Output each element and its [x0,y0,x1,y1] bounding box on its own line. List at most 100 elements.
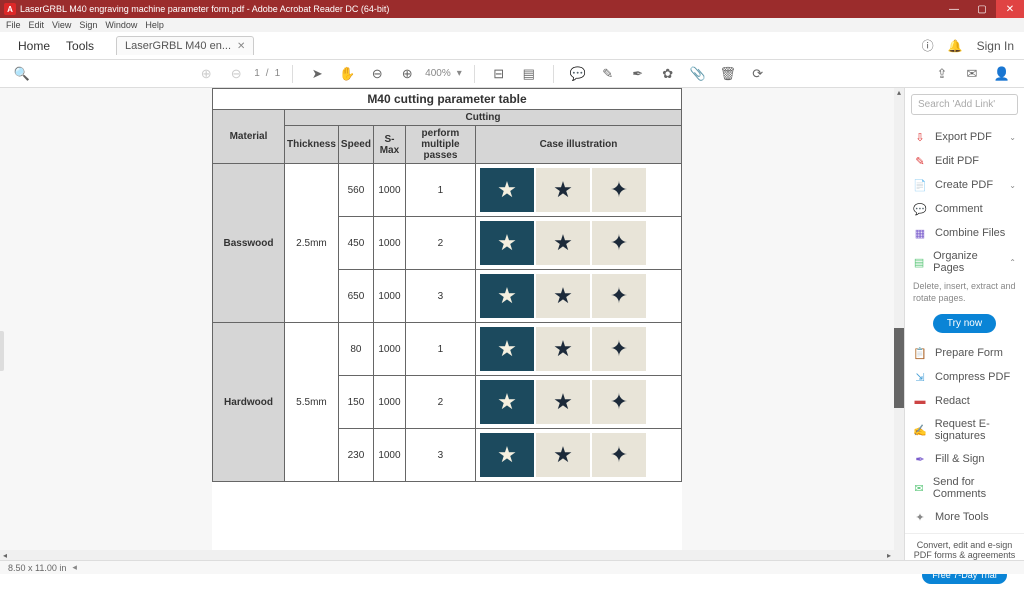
tab-close-icon[interactable]: ✕ [237,41,245,52]
thickness-hardwood: 5.5mm [285,323,339,482]
tool-compress-pdf[interactable]: ⇲Compress PDF [905,365,1024,389]
zoom-in-icon[interactable]: ⊕ [398,65,416,83]
tool-comment[interactable]: 💬Comment [905,197,1024,221]
page-sep: / [266,68,269,79]
zoom-dropdown-icon[interactable]: ▾ [457,68,462,79]
share-icon[interactable]: ⇪ [933,65,951,83]
menu-window[interactable]: Window [105,20,137,30]
table-title: M40 cutting parameter table [213,89,682,110]
fill-sign-icon: ✒ [913,452,927,466]
window-title-bar: A LaserGRBL M40 engraving machine parame… [0,0,1024,18]
chevron-down-icon: ⌄ [1009,181,1016,190]
chevron-down-icon: ⌄ [1009,133,1016,142]
maximize-button[interactable]: ▢ [968,0,996,18]
document-viewport[interactable]: M40 cutting parameter table Material Cut… [0,88,894,574]
help-icon[interactable]: ⓘ [922,37,934,54]
tool-send-comments[interactable]: ✉Send for Comments [905,471,1024,505]
notification-icon[interactable]: 🔔 [948,39,963,53]
highlight-icon[interactable]: ✎ [599,65,617,83]
page-number[interactable]: 1 [254,68,260,79]
tool-organize-pages[interactable]: ▤Organize Pages⌃ [905,245,1024,279]
material-basswood: Basswood [213,164,285,323]
search-tools-input[interactable]: Search 'Add Link' [911,94,1018,115]
thickness-basswood: 2.5mm [285,164,339,323]
case-illustration: ★★✦ [478,378,648,426]
scrollbar-thumb[interactable] [894,328,904,408]
edit-pdf-icon: ✎ [913,154,927,168]
scroll-up-icon[interactable]: ▴ [894,88,904,98]
page-up-icon[interactable]: ⊕ [197,65,215,83]
page-view-icon[interactable]: ▤ [520,65,538,83]
menu-help[interactable]: Help [145,20,164,30]
sign-icon[interactable]: ✒ [629,65,647,83]
sign-in-button[interactable]: Sign In [977,39,1014,53]
menu-file[interactable]: File [6,20,21,30]
comment-icon[interactable]: 💬 [569,65,587,83]
try-now-button[interactable]: Try now [933,314,996,333]
tool-more-tools[interactable]: ✦More Tools [905,505,1024,529]
horizontal-scrollbar[interactable]: ◂ ▸ [0,550,894,560]
toolbar: 🔍 ⊕ ⊖ 1 / 1 ➤ ✋ ⊖ ⊕ 400% ▾ ⊟ ▤ 💬 ✎ ✒ ✿ 📎… [0,60,1024,88]
create-pdf-icon: 📄 [913,178,927,192]
zoom-level[interactable]: 400% [425,68,451,79]
page-down-icon[interactable]: ⊖ [227,65,245,83]
menu-edit[interactable]: Edit [29,20,45,30]
minimize-button[interactable]: — [940,0,968,18]
col-speed: Speed [338,126,373,164]
menu-view[interactable]: View [52,20,71,30]
vertical-scrollbar[interactable]: ▴ ▾ [894,88,904,574]
status-bar: 8.50 x 11.00 in ◂ [0,560,1024,574]
app-logo-icon: A [4,3,16,15]
email-icon[interactable]: ✉ [963,65,981,83]
tool-edit-pdf[interactable]: ✎Edit PDF [905,149,1024,173]
home-button[interactable]: Home [10,35,58,57]
parameter-table: M40 cutting parameter table Material Cut… [212,88,682,482]
tool-redact[interactable]: ▬Redact [905,389,1024,413]
pointer-icon[interactable]: ➤ [308,65,326,83]
left-panel-handle[interactable] [0,331,4,371]
menu-bar: File Edit View Sign Window Help [0,18,1024,32]
tool-combine-files[interactable]: ▦Combine Files [905,221,1024,245]
menu-sign[interactable]: Sign [79,20,97,30]
refresh-icon[interactable]: ⟳ [749,65,767,83]
tool-fill-sign[interactable]: ✒Fill & Sign [905,447,1024,471]
pdf-page: M40 cutting parameter table Material Cut… [212,88,682,574]
case-illustration: ★★✦ [478,325,648,373]
material-hardwood: Hardwood [213,323,285,482]
prepare-form-icon: 📋 [913,346,927,360]
case-illustration: ★★✦ [478,219,648,267]
redact-icon: ▬ [913,394,927,408]
hand-icon[interactable]: ✋ [338,65,356,83]
page-dimensions: 8.50 x 11.00 in [8,563,66,573]
case-illustration: ★★✦ [478,431,648,479]
tools-button[interactable]: Tools [58,35,102,57]
zoom-out-icon[interactable]: ⊖ [368,65,386,83]
col-material: Material [213,110,285,164]
status-nav-left-icon[interactable]: ◂ [72,562,77,573]
document-tab[interactable]: LaserGRBL M40 en... ✕ [116,36,254,55]
more-tools-icon: ✦ [913,510,927,524]
close-button[interactable]: ✕ [996,0,1024,18]
scroll-left-icon[interactable]: ◂ [0,551,10,560]
stamp-icon[interactable]: ✿ [659,65,677,83]
fit-width-icon[interactable]: ⊟ [490,65,508,83]
page-total: 1 [275,68,281,79]
case-illustration: ★★✦ [478,166,648,214]
profile-icon[interactable]: 👤 [993,65,1011,83]
tool-prepare-form[interactable]: 📋Prepare Form [905,341,1024,365]
delete-icon[interactable]: 🗑 [719,65,737,83]
case-illustration: ★★✦ [478,272,648,320]
tool-request-esign[interactable]: ✍Request E-signatures [905,413,1024,447]
compress-icon: ⇲ [913,370,927,384]
organize-description: Delete, insert, extract and rotate pages… [905,279,1024,310]
tool-create-pdf[interactable]: 📄Create PDF⌄ [905,173,1024,197]
search-icon[interactable]: 🔍 [13,65,31,83]
col-smax: S-Max [373,126,405,164]
esign-icon: ✍ [913,423,927,437]
comment-icon: 💬 [913,202,927,216]
scroll-right-icon[interactable]: ▸ [884,551,894,560]
attach-icon[interactable]: 📎 [689,65,707,83]
promo-text: Convert, edit and e-sign PDF forms & agr… [911,540,1018,560]
window-title: LaserGRBL M40 engraving machine paramete… [20,4,389,14]
tool-export-pdf[interactable]: ⇩Export PDF⌄ [905,125,1024,149]
